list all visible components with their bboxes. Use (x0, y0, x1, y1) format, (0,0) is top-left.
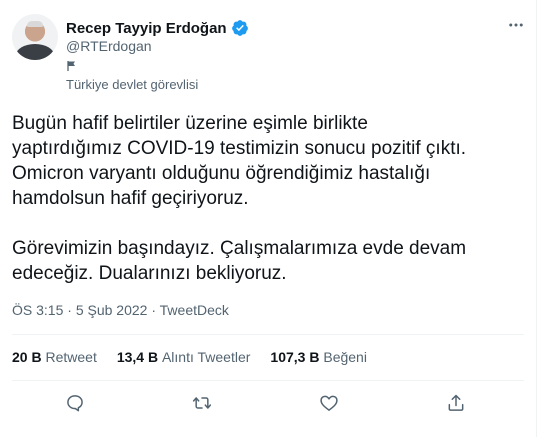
like-count-value: 107,3 B (270, 349, 324, 365)
author-handle[interactable]: @RTErdogan (66, 38, 152, 54)
retweet-count-value: 20 B (12, 349, 46, 365)
retweet-count-label: Retweet (45, 349, 97, 365)
share-icon (448, 394, 464, 411)
meta-separator: · (151, 302, 160, 318)
divider (12, 380, 524, 381)
quote-count[interactable]: 13,4 B Alıntı Tweetler (117, 349, 251, 365)
tweet-stats: 20 B Retweet 13,4 B Alıntı Tweetler 107,… (12, 349, 387, 365)
author-display-name[interactable]: Recep Tayyip Erdoğan (66, 20, 227, 37)
more-dots-icon (509, 23, 523, 27)
more-button[interactable] (505, 14, 527, 36)
like-button[interactable] (317, 391, 341, 415)
quote-count-label: Alıntı Tweetler (161, 349, 251, 365)
meta-separator: · (67, 302, 76, 318)
tweet-text: Bugün hafif belirtiler üzerine eşimle bi… (12, 113, 467, 284)
tweet-time[interactable]: ÖS 3:15 (12, 302, 63, 318)
quote-count-value: 13,4 B (116, 349, 162, 365)
tweet-date[interactable]: 5 Şub 2022 (76, 302, 148, 318)
like-count-label: Beğeni (323, 349, 367, 365)
tweet-actions (0, 388, 537, 418)
reply-button[interactable] (63, 391, 87, 415)
reply-icon (67, 395, 83, 412)
retweet-count[interactable]: 20 B Retweet (12, 349, 97, 365)
flag-icon (67, 61, 75, 71)
avatar-hair (27, 21, 43, 27)
author-avatar[interactable] (12, 14, 58, 60)
tweet-card: Recep Tayyip Erdoğan @RTErdogan Türkiye … (0, 0, 537, 437)
retweet-icon (192, 397, 212, 409)
verified-badge-icon (231, 20, 248, 36)
like-count[interactable]: 107,3 B Beğeni (270, 349, 367, 365)
government-label[interactable]: Türkiye devlet görevlisi (66, 77, 198, 92)
like-icon (320, 395, 338, 411)
tweet-source[interactable]: TweetDeck (160, 302, 229, 318)
avatar-suit (16, 44, 54, 60)
share-button[interactable] (444, 391, 468, 415)
retweet-button[interactable] (190, 391, 214, 415)
tweet-meta: ÖS 3:15 · 5 Şub 2022 · TweetDeck (12, 302, 229, 318)
author-name-row[interactable]: Recep Tayyip Erdoğan (66, 19, 249, 37)
divider (12, 334, 524, 335)
